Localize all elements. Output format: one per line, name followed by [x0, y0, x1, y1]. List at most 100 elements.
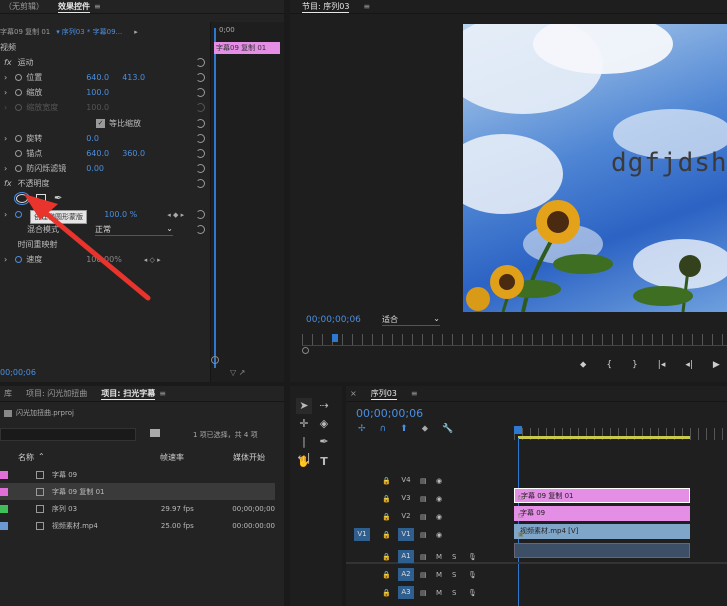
- track-header[interactable]: V1 🔒 V1 ▤ ◉: [346, 526, 514, 543]
- microphone-icon[interactable]: 🎙: [468, 553, 477, 561]
- sync-lock-icon[interactable]: ▤: [420, 589, 432, 597]
- sync-lock-icon[interactable]: ▤: [420, 571, 432, 579]
- project-search-input[interactable]: [0, 428, 136, 441]
- timeline-playhead-handle[interactable]: [514, 426, 522, 434]
- sync-lock-icon[interactable]: ▤: [420, 477, 432, 485]
- pen-tool-icon[interactable]: ✒: [316, 434, 332, 450]
- solo-button[interactable]: S: [452, 571, 464, 579]
- track-target[interactable]: V2: [398, 510, 414, 523]
- menu-icon[interactable]: ≡: [363, 2, 370, 11]
- clip-audio-a1[interactable]: [514, 543, 690, 558]
- hand-tool-icon[interactable]: ✋: [296, 454, 312, 470]
- track-header[interactable]: 🔒 V3 ▤ ◉: [346, 490, 514, 507]
- color-label-swatch[interactable]: [0, 470, 8, 479]
- program-zoom-handle[interactable]: [302, 347, 309, 354]
- column-fps[interactable]: 帧速率: [160, 452, 184, 463]
- source-patch[interactable]: [354, 474, 370, 487]
- menu-icon[interactable]: ≡: [159, 389, 166, 398]
- ripple-edit-tool-icon[interactable]: ✛: [296, 416, 312, 432]
- list-item[interactable]: 序列 03 29.97 fps 00;00;00;00: [0, 500, 275, 517]
- mute-button[interactable]: M: [436, 553, 448, 561]
- marker-icon[interactable]: ⬥: [422, 424, 428, 434]
- eye-icon[interactable]: ◉: [436, 513, 442, 521]
- tab-project-flash[interactable]: 项目: 闪光加扭曲: [26, 388, 87, 399]
- source-patch[interactable]: [354, 586, 370, 599]
- slip-tool-icon[interactable]: |↔|: [296, 434, 312, 464]
- list-item[interactable]: 字幕 09 复制 01: [0, 483, 275, 500]
- lock-icon[interactable]: 🔒: [382, 571, 392, 579]
- source-patch[interactable]: [354, 492, 370, 505]
- selection-tool-icon[interactable]: ➤: [296, 398, 312, 414]
- program-video-frame[interactable]: dgfjdshgl: [463, 24, 727, 312]
- lock-icon[interactable]: 🔒: [382, 531, 392, 539]
- track-header[interactable]: 🔒 A2 ▤ M S 🎙: [346, 566, 514, 583]
- solo-button[interactable]: S: [452, 589, 464, 597]
- timeline-timecode[interactable]: 00;00;00;06: [356, 407, 423, 420]
- sync-lock-icon[interactable]: ▤: [420, 531, 432, 539]
- color-label-swatch[interactable]: [0, 487, 8, 496]
- color-label-swatch[interactable]: [0, 504, 8, 513]
- timeline-ruler[interactable]: [514, 426, 727, 440]
- sync-lock-icon[interactable]: ▤: [420, 553, 432, 561]
- source-patch[interactable]: [354, 568, 370, 581]
- snap-icon[interactable]: ✢: [358, 424, 366, 434]
- source-patch[interactable]: V1: [354, 528, 370, 541]
- mute-button[interactable]: M: [436, 571, 448, 579]
- tab-library[interactable]: 库: [4, 388, 12, 399]
- list-item[interactable]: 视频素材.mp4 25.00 fps 00:00:00:00: [0, 517, 275, 534]
- settings-wrench-icon[interactable]: 🔧: [442, 424, 453, 434]
- track-target[interactable]: A3: [398, 586, 414, 599]
- program-playhead[interactable]: [332, 334, 338, 342]
- solo-button[interactable]: S: [452, 553, 464, 561]
- tab-project-sweep[interactable]: 项目: 扫光字幕: [101, 388, 156, 400]
- mark-in-icon[interactable]: {: [606, 360, 612, 370]
- linked-selection-icon[interactable]: ∩: [380, 424, 387, 434]
- new-bin-icon[interactable]: [150, 429, 160, 437]
- mute-button[interactable]: M: [436, 589, 448, 597]
- type-tool-icon[interactable]: T: [316, 454, 332, 470]
- color-label-swatch[interactable]: [0, 521, 8, 530]
- source-patch[interactable]: [354, 550, 370, 563]
- tab-sequence[interactable]: 序列03: [370, 388, 397, 400]
- clip-title-09[interactable]: 字幕 09: [514, 506, 690, 521]
- menu-icon[interactable]: ≡: [411, 389, 418, 398]
- eye-icon[interactable]: ◉: [436, 477, 442, 485]
- marker-icon[interactable]: ⬥: [580, 360, 586, 370]
- tab-program[interactable]: 节目: 序列03: [302, 1, 350, 13]
- track-header[interactable]: 🔒 A3 ▤ M S 🎙: [346, 584, 514, 601]
- microphone-icon[interactable]: 🎙: [468, 589, 477, 597]
- lock-icon[interactable]: 🔒: [382, 513, 392, 521]
- column-media-start[interactable]: 媒体开始: [233, 452, 265, 463]
- track-header[interactable]: 🔒 V2 ▤ ◉: [346, 508, 514, 525]
- track-header[interactable]: 🔒 A1 ▤ M S 🎙: [346, 548, 514, 565]
- track-header[interactable]: 🔒 V4 ▤ ◉: [346, 472, 514, 489]
- clip-video-material[interactable]: 视频素材.mp4 [V]: [514, 524, 690, 539]
- add-marker-icon[interactable]: ⬆: [400, 424, 408, 434]
- track-select-tool-icon[interactable]: ⇢: [316, 398, 332, 414]
- program-ruler[interactable]: [302, 334, 727, 346]
- list-item[interactable]: 字幕 09: [0, 466, 275, 483]
- title-overlay-text[interactable]: dgfjdshgl: [611, 148, 727, 178]
- track-target[interactable]: V4: [398, 474, 414, 487]
- lock-icon[interactable]: 🔒: [382, 589, 392, 597]
- lock-icon[interactable]: 🔒: [382, 553, 392, 561]
- sync-lock-icon[interactable]: ▤: [420, 513, 432, 521]
- track-target[interactable]: A2: [398, 568, 414, 581]
- eye-icon[interactable]: ◉: [436, 531, 442, 539]
- mark-out-icon[interactable]: }: [632, 360, 638, 370]
- eye-icon[interactable]: ◉: [436, 495, 442, 503]
- track-target[interactable]: A1: [398, 550, 414, 563]
- track-target[interactable]: V3: [398, 492, 414, 505]
- lock-icon[interactable]: 🔒: [382, 477, 392, 485]
- play-icon[interactable]: ▶: [713, 360, 720, 370]
- lock-icon[interactable]: 🔒: [382, 495, 392, 503]
- column-name[interactable]: 名称 ⌃: [18, 452, 45, 463]
- close-icon[interactable]: ×: [350, 389, 357, 398]
- fit-dropdown[interactable]: 适合 ⌄: [382, 314, 440, 326]
- go-to-in-icon[interactable]: |◂: [658, 360, 666, 370]
- step-back-icon[interactable]: ◂|: [685, 360, 693, 370]
- clip-title-09-copy[interactable]: 字幕 09 复制 01: [514, 488, 690, 503]
- track-target[interactable]: V1: [398, 528, 414, 541]
- source-patch[interactable]: [354, 510, 370, 523]
- razor-tool-icon[interactable]: ◈: [316, 416, 332, 432]
